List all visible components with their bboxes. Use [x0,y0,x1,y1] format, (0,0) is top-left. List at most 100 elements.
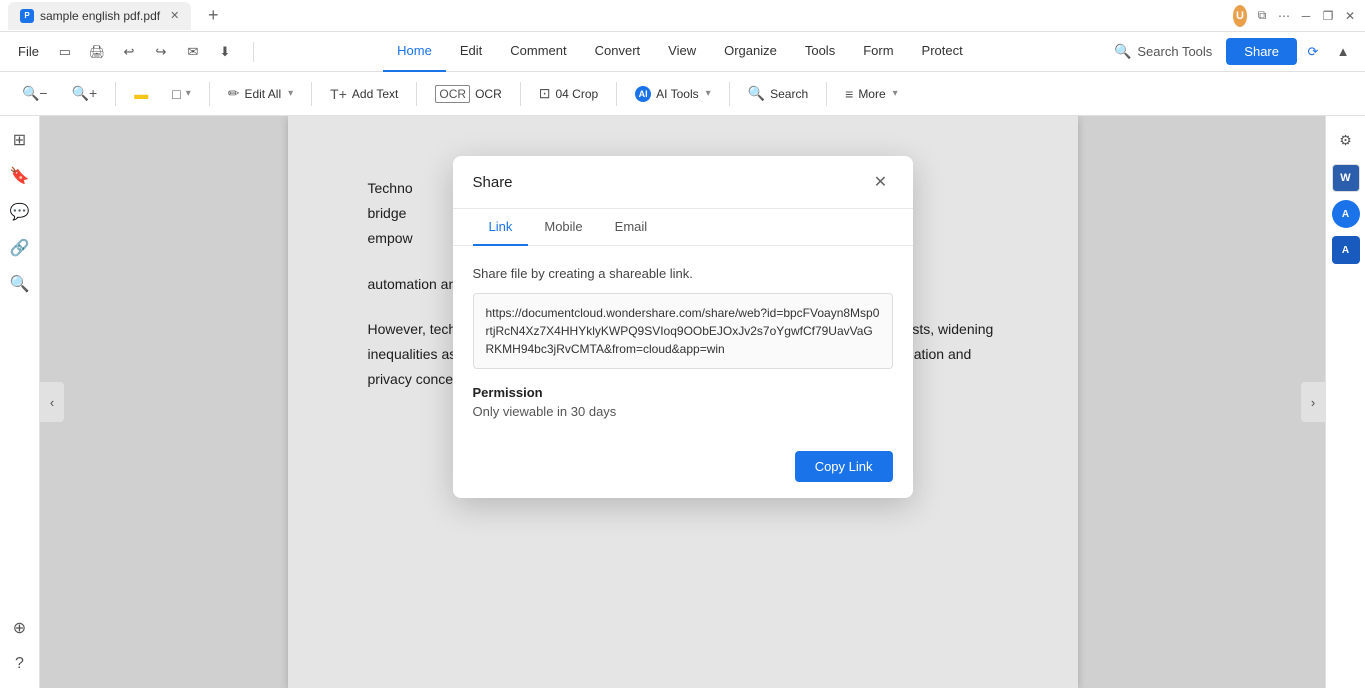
modal-overlay: Share ✕ Link Mobile Email Share file by … [40,116,1325,688]
window-more-button[interactable]: ⋯ [1277,9,1291,23]
sidebar-bookmarks-icon[interactable]: 🔖 [4,160,36,192]
ocr-icon: OCR [435,85,470,103]
more-icon: ≡ [845,86,853,102]
nav-convert[interactable]: Convert [581,32,655,72]
edit-all-button[interactable]: ✏ Edit All [218,80,303,107]
print-button[interactable]: 🖨 [83,38,111,66]
tab-close-button[interactable]: ✕ [170,9,179,22]
nav-edit[interactable]: Edit [446,32,496,72]
search-icon: 🔍 [748,85,765,102]
zoom-in-button[interactable]: 🔍+ [62,80,108,107]
tab-app-icon: P [20,9,34,23]
sidebar-layers-icon[interactable]: ⊕ [4,612,36,644]
window-close-button[interactable]: ✕ [1343,9,1357,23]
crop-button[interactable]: ⊡ 04 Crop [529,80,608,107]
fit-page-button[interactable]: ▭ [51,38,79,66]
search-button[interactable]: 🔍 Search [738,80,818,107]
share-button[interactable]: Share [1226,38,1297,65]
nav-organize[interactable]: Organize [710,32,791,72]
toolbar-separator-5 [520,82,521,106]
shapes-icon: □ [172,86,180,102]
file-menu[interactable]: File [8,40,49,63]
copy-link-button[interactable]: Copy Link [795,451,893,482]
ai-tools-button[interactable]: AI AI Tools [625,81,721,107]
more-button[interactable]: ≡ More [835,81,908,107]
collapse-button[interactable]: ▲ [1329,38,1357,66]
modal-header: Share ✕ [453,156,913,209]
nav-comment[interactable]: Comment [496,32,580,72]
tab-email[interactable]: Email [599,209,664,246]
search-tools-label: Search Tools [1137,44,1212,59]
ai-tools-icon: AI [635,86,651,102]
nav-protect[interactable]: Protect [908,32,977,72]
title-bar-left: P sample english pdf.pdf ✕ + [8,2,227,30]
sidebar-links-icon[interactable]: 🔗 [4,232,36,264]
menu-bar: File ▭ 🖨 ↩ ↪ ✉ ⬇ Home Edit Comment Conve… [0,32,1365,72]
modal-body: Share file by creating a shareable link.… [453,246,913,439]
sidebar-comments-icon[interactable]: 💬 [4,196,36,228]
tab-link[interactable]: Link [473,209,529,246]
menu-separator-1 [253,42,254,62]
permission-value: Only viewable in 30 days [473,404,893,419]
zoom-out-icon: 🔍− [22,85,48,102]
crop-label: 04 Crop [555,87,598,101]
ocr-label: OCR [475,87,502,101]
toolbar-separator-8 [826,82,827,106]
add-text-button[interactable]: T+ Add Text [320,81,408,107]
right-sidebar: ⚙ W A A [1325,116,1365,688]
modal-title: Share [473,174,513,191]
new-tab-button[interactable]: + [199,2,227,30]
email-button[interactable]: ✉ [179,38,207,66]
toolbar-separator-4 [416,82,417,106]
ai-tools-label: AI Tools [656,87,698,101]
ocr-button[interactable]: OCR OCR [425,80,511,108]
redo-button[interactable]: ↪ [147,38,175,66]
tab-title: sample english pdf.pdf [40,9,160,23]
undo-button[interactable]: ↩ [115,38,143,66]
tab-mobile[interactable]: Mobile [528,209,598,246]
sidebar-search-icon[interactable]: 🔍 [4,268,36,300]
right-sidebar-word-icon[interactable]: W [1332,164,1360,192]
nav-home[interactable]: Home [383,32,446,72]
share-modal: Share ✕ Link Mobile Email Share file by … [453,156,913,498]
search-tools-button[interactable]: 🔍 Search Tools [1102,39,1224,64]
add-text-label: Add Text [352,87,398,101]
search-label: Search [770,87,808,101]
main-nav: Home Edit Comment Convert View Organize … [260,32,1100,72]
sidebar-pages-icon[interactable]: ⊞ [4,124,36,156]
window-pip-button[interactable]: ⧉ [1255,9,1269,23]
shapes-button[interactable]: □ ▾ [162,81,201,107]
window-restore-button[interactable]: ❐ [1321,9,1335,23]
sync-button[interactable]: ⟳ [1299,38,1327,66]
modal-tabs: Link Mobile Email [453,209,913,246]
highlight-icon: ▬ [134,86,148,102]
edit-icon: ✏ [228,85,240,102]
nav-view[interactable]: View [654,32,710,72]
left-sidebar: ⊞ 🔖 💬 🔗 🔍 ⊕ ? [0,116,40,688]
share-url-box[interactable]: https://documentcloud.wondershare.com/sh… [473,293,893,369]
menu-icon-group: ▭ 🖨 ↩ ↪ ✉ ⬇ [51,38,239,66]
right-sidebar-word-ai-icon[interactable]: A [1332,236,1360,264]
modal-close-button[interactable]: ✕ [869,170,893,194]
title-bar: P sample english pdf.pdf ✕ + U ⧉ ⋯ ─ ❐ ✕ [0,0,1365,32]
highlight-button[interactable]: ▬ [124,81,158,107]
crop-icon: ⊡ [539,85,551,102]
permission-label: Permission [473,385,893,400]
nav-tools[interactable]: Tools [791,32,849,72]
sidebar-help-icon[interactable]: ? [4,648,36,680]
active-tab[interactable]: P sample english pdf.pdf ✕ [8,2,191,30]
toolbar: 🔍− 🔍+ ▬ □ ▾ ✏ Edit All T+ Add Text OCR O… [0,72,1365,116]
edit-all-label: Edit All [244,87,281,101]
nav-form[interactable]: Form [849,32,907,72]
profile-avatar[interactable]: U [1233,9,1247,23]
toolbar-separator-2 [209,82,210,106]
zoom-out-button[interactable]: 🔍− [12,80,58,107]
right-sidebar-ai-icon[interactable]: A [1332,200,1360,228]
right-sidebar-filter-icon[interactable]: ⚙ [1330,124,1362,156]
toolbar-separator-7 [729,82,730,106]
more-label: More [858,87,885,101]
window-minimize-button[interactable]: ─ [1299,9,1313,23]
download-button[interactable]: ⬇ [211,38,239,66]
zoom-in-icon: 🔍+ [72,85,98,102]
toolbar-separator-6 [616,82,617,106]
